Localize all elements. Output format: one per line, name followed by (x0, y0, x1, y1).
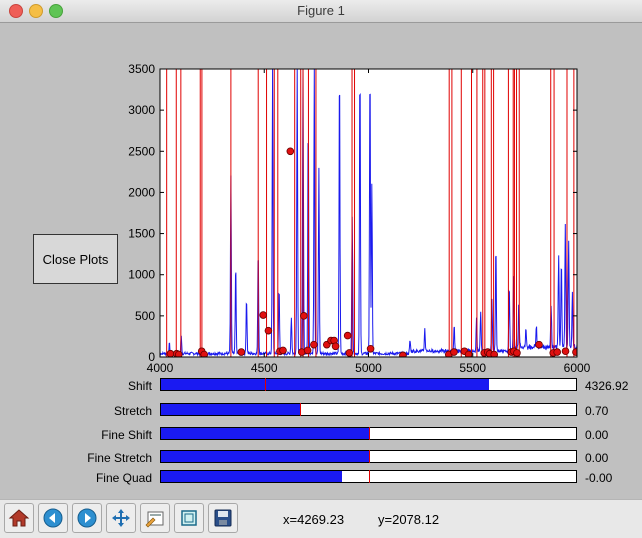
cursor-x-readout: x=4269.23 (283, 512, 345, 527)
configure-subplots-icon (145, 511, 164, 528)
configure-subplots-button[interactable] (140, 503, 170, 533)
y-tick-label-1: 500 (135, 309, 155, 323)
x-tick-label-4: 6000 (564, 361, 591, 375)
y-tick-label-4: 2000 (128, 185, 155, 199)
slider-initial-marker (368, 427, 370, 440)
slider-track-0[interactable] (160, 378, 577, 391)
y-tick-label-5: 2500 (128, 144, 155, 158)
data-point-18 (331, 342, 340, 351)
data-point-36 (553, 348, 561, 356)
data-point-22 (399, 351, 407, 357)
x-tick-label-3: 5500 (459, 361, 486, 375)
data-point-38 (572, 348, 577, 356)
slider-fill[interactable] (161, 428, 369, 439)
figure-canvas[interactable]: 0 500 1000 1500 2000 2500 3000 3500 4000 4500 5000… (0, 23, 642, 499)
data-point-33 (513, 349, 521, 357)
slider-label-3: Fine Stretch (87, 451, 152, 465)
slider-track-3[interactable] (160, 450, 577, 463)
data-point-37 (561, 347, 570, 356)
close-plots-button[interactable]: Close Plots (33, 234, 118, 284)
data-point-14 (310, 340, 318, 349)
window-title: Figure 1 (297, 3, 345, 18)
y-tick-label-3: 1500 (128, 227, 155, 241)
data-point-5 (237, 348, 246, 356)
slider-fill[interactable] (161, 451, 369, 462)
back-icon (43, 508, 63, 528)
data-point-21 (366, 344, 375, 353)
data-point-19 (343, 331, 352, 340)
slider-fill[interactable] (161, 471, 342, 482)
slider-value-0: 4326.92 (585, 379, 629, 393)
data-point-34 (535, 340, 543, 349)
slider-initial-marker (300, 403, 302, 416)
slider-label-4: Fine Quad (95, 471, 152, 485)
x-tick-label-0: 4000 (147, 361, 174, 375)
cursor-y-readout: y=2078.12 (378, 512, 440, 527)
home-icon (8, 509, 30, 527)
y-tick-label-2: 1000 (128, 268, 155, 282)
data-point-12 (300, 312, 308, 320)
slider-label-2: Fine Shift (101, 428, 152, 442)
x-tick-label-2: 5000 (355, 361, 382, 375)
slider-value-2: 0.00 (585, 428, 609, 442)
back-button[interactable] (38, 503, 68, 533)
data-point-24 (450, 348, 458, 356)
data-point-13 (303, 346, 312, 355)
home-button[interactable] (4, 503, 34, 533)
data-point-0 (166, 349, 175, 357)
data-point-9 (279, 346, 287, 355)
slider-fill[interactable] (161, 404, 301, 415)
forward-icon (77, 508, 97, 528)
title-bar: Figure 1 (0, 0, 642, 23)
y-tick-label-7: 3500 (128, 62, 155, 76)
forward-button[interactable] (72, 503, 102, 533)
slider-label-1: Stretch (113, 404, 152, 418)
pan-button[interactable] (106, 503, 136, 533)
y-tick-label-6: 3000 (128, 103, 155, 117)
slider-value-3: 0.00 (585, 451, 609, 465)
x-tick-label-1: 4500 (251, 361, 278, 375)
slider-value-4: -0.00 (585, 471, 613, 485)
data-point-7 (264, 326, 273, 335)
slider-track-2[interactable] (160, 427, 577, 440)
slider-label-0: Shift (127, 379, 152, 393)
save-button[interactable] (208, 503, 238, 533)
pan-icon (112, 509, 130, 527)
slider-initial-marker (368, 470, 370, 483)
zoom-icon (181, 510, 197, 526)
navigation-toolbar: x=4269.23 y=2078.12 (0, 499, 642, 538)
slider-track-1[interactable] (160, 403, 577, 416)
zoom-button[interactable] (174, 503, 204, 533)
data-point-10 (286, 147, 295, 156)
slider-initial-marker (368, 450, 370, 463)
data-point-6 (259, 311, 268, 319)
slider-initial-marker (264, 378, 266, 391)
save-icon (214, 509, 232, 527)
data-point-20 (345, 349, 354, 357)
slider-track-4[interactable] (160, 470, 577, 483)
slider-fill[interactable] (161, 379, 489, 390)
slider-value-1: 0.70 (585, 404, 609, 418)
